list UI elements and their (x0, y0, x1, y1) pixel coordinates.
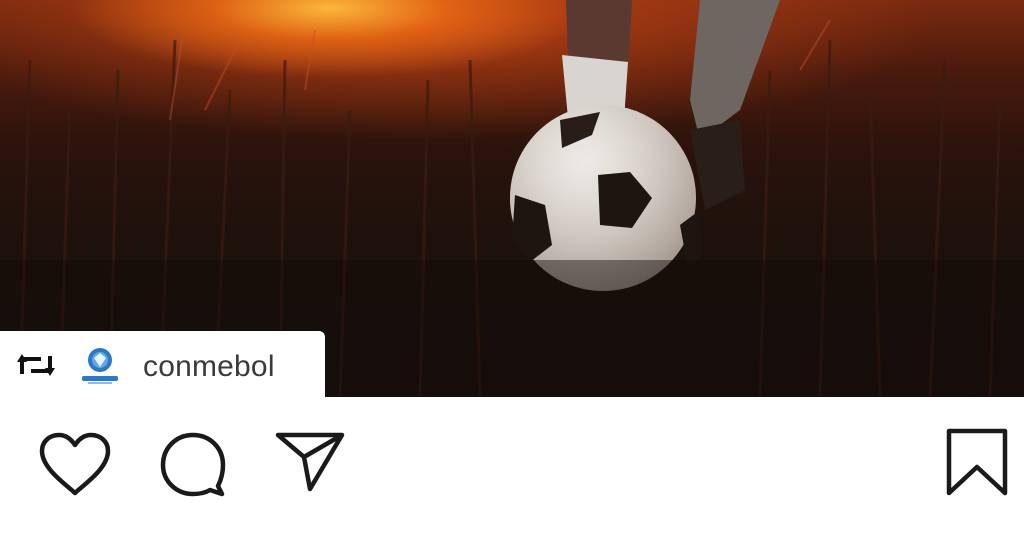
heart-icon[interactable] (38, 431, 112, 497)
comment-icon[interactable] (158, 430, 228, 500)
share-icon[interactable] (274, 431, 346, 493)
bookmark-icon[interactable] (944, 427, 1010, 497)
repost-icon (17, 354, 55, 376)
action-bar (0, 397, 1024, 538)
repost-username[interactable]: conmebol (143, 350, 275, 384)
post-media[interactable]: conmebol (0, 0, 1024, 397)
conmebol-logo-icon (82, 348, 118, 384)
repost-tag[interactable]: conmebol (0, 331, 325, 397)
